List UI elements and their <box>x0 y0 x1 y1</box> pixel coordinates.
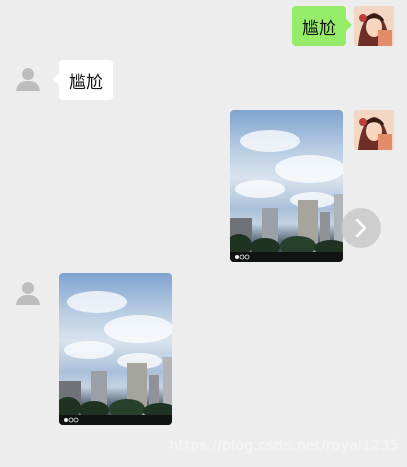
avatar-peer[interactable] <box>9 60 47 98</box>
message-text: 尴尬 <box>69 72 103 93</box>
camera-watermark-icon <box>64 417 79 423</box>
avatar-peer[interactable] <box>9 274 47 312</box>
message-bubble-sent[interactable]: 尴尬 <box>292 6 352 46</box>
camera-watermark-icon <box>235 254 250 260</box>
avatar-self[interactable] <box>354 6 394 46</box>
message-image-sent[interactable] <box>230 110 343 262</box>
blog-watermark-url: https://blog.csdn.net/royal1235 <box>169 438 399 454</box>
chevron-right-icon <box>355 218 367 238</box>
avatar-self-image <box>354 110 394 150</box>
message-bubble-received[interactable]: 尴尬 <box>53 60 113 100</box>
default-person-icon <box>16 68 40 91</box>
message-image-received[interactable] <box>59 273 172 425</box>
message-text: 尴尬 <box>302 18 336 39</box>
avatar-self-image <box>354 6 394 46</box>
avatar-self[interactable] <box>354 110 394 150</box>
forward-button[interactable] <box>341 208 381 248</box>
default-person-icon <box>16 282 40 305</box>
